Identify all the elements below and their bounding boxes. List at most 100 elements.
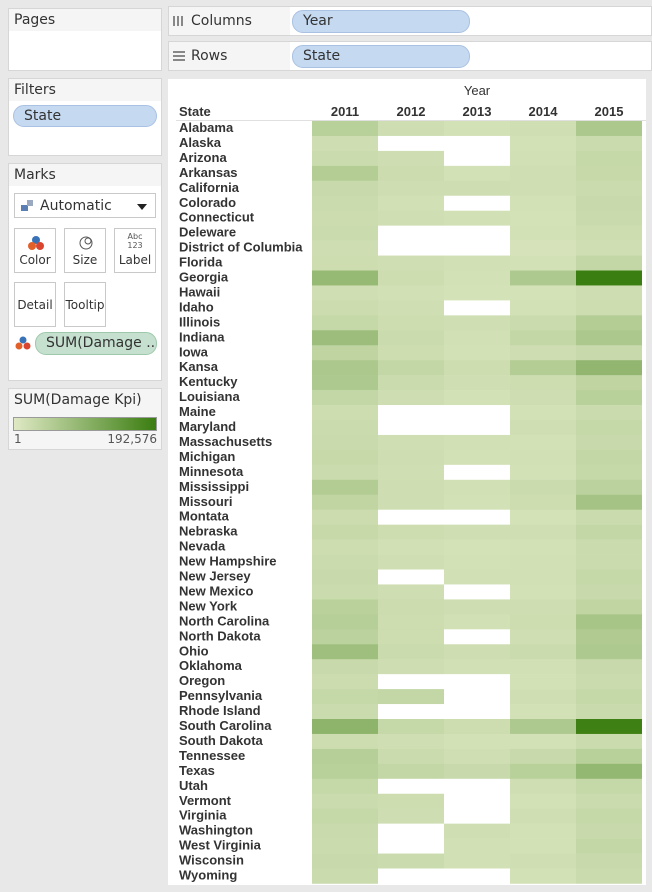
- heatmap-cell[interactable]: [444, 808, 510, 824]
- heatmap-cell[interactable]: [510, 479, 576, 496]
- heatmap-cell[interactable]: [378, 180, 444, 197]
- heatmap-cell[interactable]: [312, 434, 378, 451]
- heatmap-cell[interactable]: [576, 405, 642, 421]
- heatmap-cell[interactable]: [510, 494, 576, 510]
- heatmap-cell[interactable]: [312, 135, 378, 152]
- heatmap-cell[interactable]: [444, 449, 510, 466]
- heatmap-cell[interactable]: [510, 509, 576, 525]
- heatmap-cell[interactable]: [378, 270, 444, 286]
- heatmap-cell[interactable]: [510, 464, 576, 481]
- heatmap-cell[interactable]: [444, 494, 510, 510]
- heatmap-cell[interactable]: [510, 330, 576, 346]
- heatmap-cell[interactable]: [510, 165, 576, 182]
- heatmap-cell[interactable]: [510, 719, 576, 735]
- heatmap-cell[interactable]: [378, 255, 444, 271]
- heatmap-cell[interactable]: [510, 210, 576, 226]
- heatmap-cell[interactable]: [444, 763, 510, 780]
- heatmap-cell[interactable]: [510, 240, 576, 256]
- heatmap-cell[interactable]: [576, 629, 642, 645]
- heatmap-cell[interactable]: [312, 494, 378, 510]
- heatmap-cell[interactable]: [312, 614, 378, 630]
- heatmap-cell[interactable]: [510, 644, 576, 660]
- heatmap-cell[interactable]: [378, 733, 444, 750]
- heatmap-cell[interactable]: [378, 405, 444, 421]
- heatmap-cell[interactable]: [312, 270, 378, 286]
- heatmap-cell[interactable]: [312, 524, 378, 540]
- heatmap-cell[interactable]: [576, 360, 642, 376]
- heatmap-cell[interactable]: [378, 629, 444, 645]
- heatmap-cell[interactable]: [444, 195, 510, 211]
- heatmap-cell[interactable]: [444, 150, 510, 167]
- heatmap-cell[interactable]: [312, 868, 378, 884]
- size-button[interactable]: Size: [64, 228, 106, 273]
- heatmap-cell[interactable]: [510, 420, 576, 436]
- heatmap-cell[interactable]: [312, 554, 378, 570]
- heatmap-cell[interactable]: [312, 180, 378, 197]
- mark-type-select[interactable]: Automatic: [14, 193, 156, 218]
- heatmap-cell[interactable]: [510, 449, 576, 466]
- heatmap-cell[interactable]: [576, 240, 642, 256]
- heatmap-cell[interactable]: [510, 360, 576, 376]
- heatmap-cell[interactable]: [312, 793, 378, 809]
- heatmap-cell[interactable]: [576, 434, 642, 451]
- heatmap-cell[interactable]: [378, 674, 444, 690]
- heatmap-cell[interactable]: [312, 853, 378, 869]
- heatmap-cell[interactable]: [378, 509, 444, 525]
- heatmap-cell[interactable]: [444, 524, 510, 540]
- heatmap-cell[interactable]: [444, 405, 510, 421]
- heatmap-cell[interactable]: [444, 748, 510, 765]
- heatmap-cell[interactable]: [576, 778, 642, 795]
- heatmap-cell[interactable]: [312, 569, 378, 585]
- heatmap-cell[interactable]: [378, 659, 444, 675]
- heatmap-cell[interactable]: [378, 330, 444, 346]
- heatmap-cell[interactable]: [510, 778, 576, 795]
- heatmap-cell[interactable]: [510, 434, 576, 451]
- heatmap-cell[interactable]: [312, 644, 378, 660]
- heatmap-cell[interactable]: [576, 539, 642, 555]
- heatmap-cell[interactable]: [510, 300, 576, 316]
- heatmap-cell[interactable]: [444, 853, 510, 869]
- heatmap-cell[interactable]: [510, 195, 576, 211]
- heatmap-cell[interactable]: [444, 270, 510, 286]
- heatmap-cell[interactable]: [312, 808, 378, 824]
- heatmap-cell[interactable]: [444, 823, 510, 839]
- heatmap-cell[interactable]: [576, 793, 642, 809]
- heatmap-cell[interactable]: [510, 748, 576, 765]
- heatmap-cell[interactable]: [576, 375, 642, 391]
- heatmap-cell[interactable]: [510, 763, 576, 780]
- heatmap-cell[interactable]: [576, 135, 642, 152]
- heatmap-cell[interactable]: [510, 868, 576, 884]
- heatmap-cell[interactable]: [576, 285, 642, 301]
- heatmap-cell[interactable]: [378, 479, 444, 496]
- heatmap-cell[interactable]: [576, 345, 642, 361]
- heatmap-cell[interactable]: [444, 599, 510, 615]
- heatmap-cell[interactable]: [378, 135, 444, 152]
- heatmap-cell[interactable]: [444, 345, 510, 361]
- heatmap-cell[interactable]: [444, 165, 510, 182]
- heatmap-cell[interactable]: [444, 479, 510, 496]
- heatmap-cell[interactable]: [576, 315, 642, 331]
- heatmap-cell[interactable]: [576, 659, 642, 675]
- heatmap-cell[interactable]: [312, 838, 378, 854]
- heatmap-cell[interactable]: [576, 464, 642, 481]
- heatmap-cell[interactable]: [312, 300, 378, 316]
- heatmap-cell[interactable]: [444, 644, 510, 660]
- heatmap-cell[interactable]: [312, 823, 378, 839]
- heatmap-cell[interactable]: [312, 150, 378, 167]
- heatmap-cell[interactable]: [444, 255, 510, 271]
- heatmap-cell[interactable]: [378, 748, 444, 765]
- heatmap-cell[interactable]: [378, 599, 444, 615]
- heatmap-cell[interactable]: [576, 255, 642, 271]
- heatmap-cell[interactable]: [378, 195, 444, 211]
- heatmap-cell[interactable]: [576, 420, 642, 436]
- heatmap-cell[interactable]: [378, 853, 444, 869]
- heatmap-cell[interactable]: [576, 449, 642, 466]
- heatmap-cell[interactable]: [312, 375, 378, 391]
- heatmap-cell[interactable]: [378, 778, 444, 795]
- heatmap-cell[interactable]: [312, 479, 378, 496]
- heatmap-cell[interactable]: [576, 150, 642, 167]
- heatmap-cell[interactable]: [378, 464, 444, 481]
- heatmap-cell[interactable]: [378, 210, 444, 226]
- heatmap-cell[interactable]: [576, 823, 642, 839]
- heatmap-cell[interactable]: [444, 121, 510, 137]
